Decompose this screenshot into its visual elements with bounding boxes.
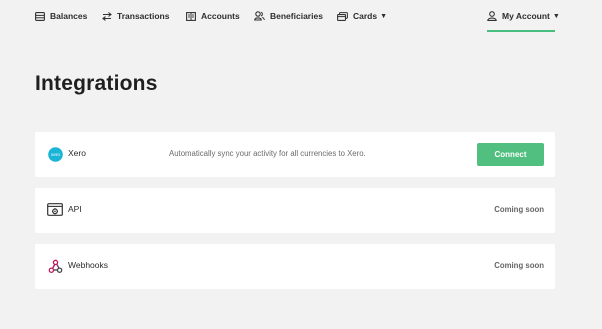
- nav-item-balances[interactable]: Balances: [35, 9, 87, 23]
- page-title: Integrations: [35, 72, 158, 95]
- transfer-arrows-icon: [102, 11, 112, 21]
- connect-button[interactable]: Connect: [477, 143, 544, 166]
- nav-item-label: My Account: [502, 11, 550, 21]
- cards-icon: [337, 11, 348, 21]
- integration-card-api: API Coming soon: [35, 188, 555, 233]
- integration-description: Automatically sync your activity for all…: [169, 149, 366, 158]
- ledger-icon: [186, 11, 196, 21]
- people-icon: [254, 11, 265, 21]
- top-navigation: Balances Transactions Accounts Beneficia…: [0, 0, 602, 32]
- integration-name: Xero: [68, 148, 86, 158]
- wallet-icon: [35, 11, 45, 21]
- nav-item-label: Accounts: [201, 11, 240, 21]
- nav-item-beneficiaries[interactable]: Beneficiaries: [254, 9, 323, 23]
- nav-item-transactions[interactable]: Transactions: [102, 9, 169, 23]
- integration-card-webhooks: Webhooks Coming soon: [35, 244, 555, 289]
- integration-name: Webhooks: [68, 260, 109, 270]
- nav-item-cards[interactable]: Cards ▼: [337, 9, 387, 23]
- nav-item-label: Beneficiaries: [270, 11, 323, 21]
- nav-my-account[interactable]: My Account ▼: [487, 9, 560, 23]
- chevron-down-icon: ▼: [552, 12, 560, 20]
- integration-name: API: [68, 204, 82, 214]
- active-nav-indicator: [487, 30, 555, 32]
- xero-logo-icon: xero: [47, 146, 63, 162]
- status-badge: Coming soon: [494, 205, 544, 214]
- api-window-icon: [47, 202, 63, 218]
- status-badge: Coming soon: [494, 261, 544, 270]
- nav-item-label: Transactions: [117, 11, 170, 21]
- integration-card-xero: xero Xero Automatically sync your activi…: [35, 132, 555, 177]
- nav-item-label: Balances: [50, 11, 88, 21]
- nav-item-label: Cards: [353, 11, 378, 21]
- webhooks-icon: [47, 258, 63, 274]
- user-icon: [487, 11, 497, 21]
- nav-item-accounts[interactable]: Accounts: [186, 9, 240, 23]
- xero-logo-text: xero: [51, 152, 60, 157]
- chevron-down-icon: ▼: [380, 12, 388, 20]
